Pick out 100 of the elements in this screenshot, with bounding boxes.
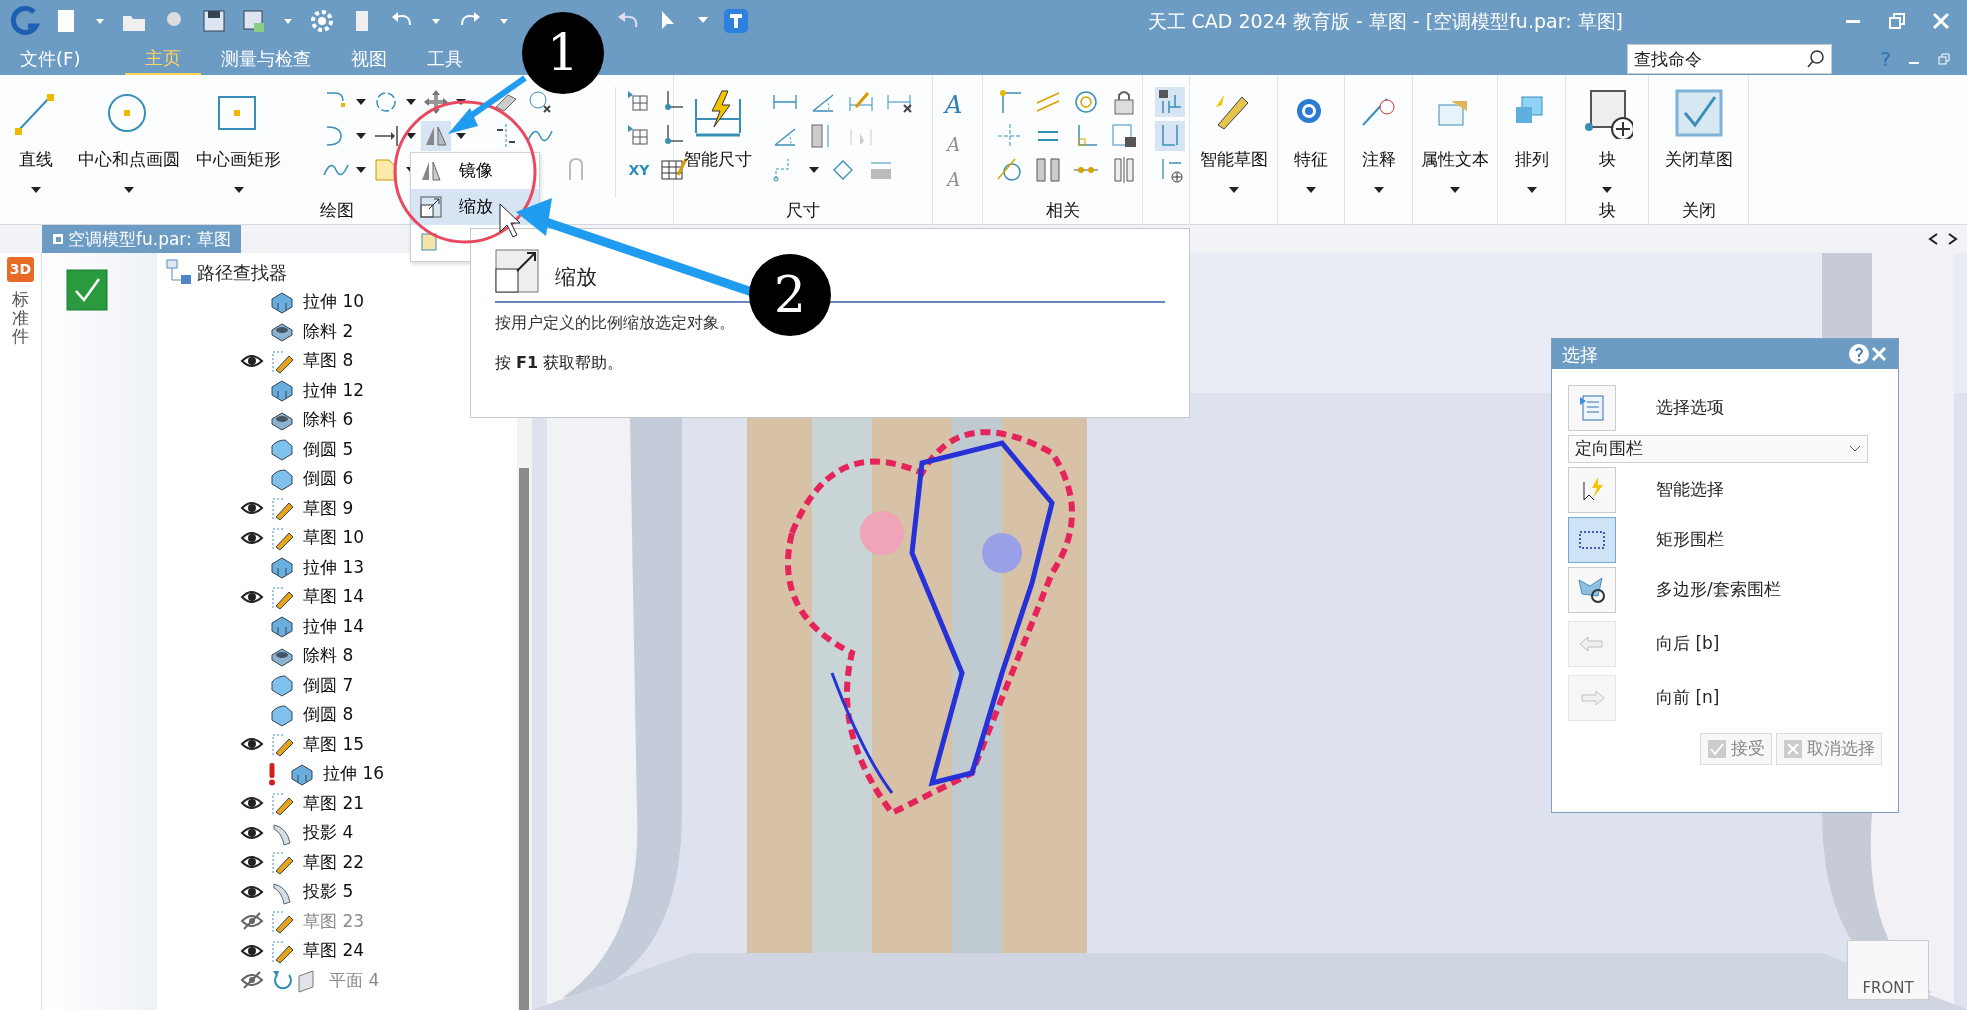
tree-item[interactable]: 草图 23 <box>303 908 365 934</box>
search-icon <box>1806 48 1827 69</box>
options-button[interactable] <box>1568 385 1616 431</box>
tree-item[interactable]: 拉伸 16 <box>323 761 385 787</box>
tree-item[interactable]: 草图 24 <box>303 938 365 964</box>
caret-icon[interactable] <box>1525 184 1538 195</box>
caret-icon[interactable] <box>405 131 417 141</box>
caret-icon[interactable] <box>355 165 367 175</box>
tool-label: 向后 [b] <box>1656 632 1720 656</box>
caret-icon[interactable] <box>232 184 245 195</box>
tree-item[interactable]: 拉伸 12 <box>303 377 365 403</box>
scroll-right-icon[interactable] <box>1947 232 1959 246</box>
scroll-left-icon[interactable] <box>1927 232 1939 246</box>
caret-icon[interactable] <box>808 165 820 175</box>
help-icon[interactable] <box>1848 343 1870 365</box>
tree-item[interactable]: 草图 15 <box>303 731 365 757</box>
document-icon <box>52 233 64 245</box>
caret-icon[interactable] <box>455 131 467 141</box>
tree-item[interactable]: 拉伸 10 <box>303 289 365 315</box>
sketch-icon <box>269 790 295 817</box>
tree-item[interactable]: 除料 8 <box>303 643 354 669</box>
tree-item[interactable]: 拉伸 13 <box>303 554 365 580</box>
tooltip-title: 缩放 <box>555 263 597 291</box>
sketch-icon <box>269 849 295 876</box>
hidden-eye-icon[interactable] <box>240 970 264 991</box>
rounded-block-icon <box>269 436 295 463</box>
caret-icon[interactable] <box>1372 184 1385 195</box>
scrollbar-thumb[interactable] <box>519 468 529 1010</box>
close-icon[interactable] <box>1870 345 1888 363</box>
select-tool-button[interactable] <box>1568 567 1616 613</box>
restore-icon[interactable] <box>1887 11 1907 31</box>
tree-item[interactable]: 投影 4 <box>303 820 354 846</box>
restore-icon[interactable] <box>1937 51 1951 66</box>
mirror-icon <box>419 159 443 183</box>
tree-root-icon <box>165 258 193 286</box>
select-tool-button[interactable] <box>1568 517 1616 563</box>
sketch-icon <box>269 908 295 935</box>
tool-label: 智能选择 <box>1656 478 1724 502</box>
menu-item[interactable]: 镜像 <box>411 153 539 189</box>
ribbon-button[interactable]: 注释 <box>1346 87 1411 223</box>
group-label: 关闭 <box>1681 199 1716 220</box>
close-icon[interactable] <box>1931 11 1951 31</box>
tree-item[interactable]: 除料 6 <box>303 407 354 433</box>
tree-item[interactable]: 除料 2 <box>303 318 354 344</box>
tree-item[interactable]: 倒圆 7 <box>303 672 354 698</box>
view-cube[interactable]: FRONT <box>1847 940 1929 1000</box>
check-mark-icon[interactable] <box>66 269 108 311</box>
window-title: 天工 CAD 2024 教育版 - 草图 - [空调模型fu.par: 草图] <box>1147 8 1623 34</box>
app-badge-icon[interactable] <box>722 7 750 35</box>
caret-icon[interactable] <box>1601 184 1613 195</box>
text-size-button[interactable]: A <box>945 87 963 123</box>
caret-icon[interactable] <box>123 184 135 195</box>
scale-icon <box>495 249 539 293</box>
caret-icon[interactable] <box>355 131 367 141</box>
app-logo-icon <box>10 6 40 36</box>
tree-item[interactable]: 草图 21 <box>303 790 365 816</box>
search-field[interactable]: 查找命令 <box>1627 43 1833 74</box>
tooltip-description: 按用户定义的比例缩放选定对象。 <box>495 312 736 334</box>
tree-item[interactable]: 草图 10 <box>303 525 365 551</box>
ribbon-button[interactable]: 直线 <box>4 87 68 198</box>
tree-item[interactable]: 倒圆 8 <box>303 702 354 728</box>
group-label: 块 <box>1598 199 1616 220</box>
ribbon-button[interactable]: 块 <box>1575 87 1639 198</box>
list-icon <box>1577 393 1607 423</box>
fence-dropdown[interactable]: 定向围栏 <box>1568 435 1868 463</box>
hidden-eye-icon[interactable] <box>240 911 264 932</box>
gear-icon[interactable] <box>308 7 336 35</box>
tree-item[interactable]: 草图 14 <box>303 584 365 610</box>
save-icon[interactable] <box>200 7 228 35</box>
tree-item[interactable]: 投影 5 <box>303 879 354 905</box>
caret-icon[interactable] <box>1227 184 1240 195</box>
tree-item[interactable]: 倒圆 5 <box>303 436 354 462</box>
tree-item[interactable]: 草图 9 <box>303 495 354 521</box>
tool-label: 矩形围栏 <box>1656 528 1724 552</box>
tree-root-label[interactable]: 路径查找器 <box>197 258 287 286</box>
side-tab[interactable]: 标准件 <box>12 290 29 347</box>
caret-icon[interactable] <box>1449 184 1461 195</box>
xy-button[interactable]: XY <box>624 159 654 181</box>
ribbon-button[interactable]: 特征 <box>1279 87 1343 223</box>
tree-item[interactable]: 草图 8 <box>303 348 354 374</box>
ribbon-button[interactable]: 属性文本 <box>1415 87 1495 223</box>
check-icon <box>1707 738 1727 759</box>
symmetry-icon[interactable] <box>1033 155 1063 185</box>
caret-icon[interactable] <box>405 97 417 107</box>
ribbon-button[interactable]: 智能草图 <box>1193 87 1274 223</box>
panel-title: 选择 <box>1562 342 1598 367</box>
ribbon-button[interactable]: 关闭草图 <box>1658 87 1739 198</box>
caret-icon[interactable] <box>30 184 42 195</box>
tree-item[interactable]: 草图 22 <box>303 849 365 875</box>
ribbon-button[interactable]: 智能尺寸 <box>678 87 758 198</box>
caret-icon[interactable] <box>1305 184 1317 195</box>
tree-item[interactable]: 拉伸 14 <box>303 613 365 639</box>
tree-item[interactable]: 倒圆 6 <box>303 466 354 492</box>
ribbon-button[interactable]: 中心和点画圆 <box>72 87 186 198</box>
ribbon-button[interactable]: 排列 <box>1499 87 1564 223</box>
ribbon-button[interactable]: 中心画矩形 <box>190 87 287 198</box>
option-label: 选择选项 <box>1656 396 1724 420</box>
caret-icon[interactable] <box>355 97 367 107</box>
relations-lock-icon[interactable] <box>1155 87 1185 117</box>
cancel-icon <box>1783 738 1803 759</box>
